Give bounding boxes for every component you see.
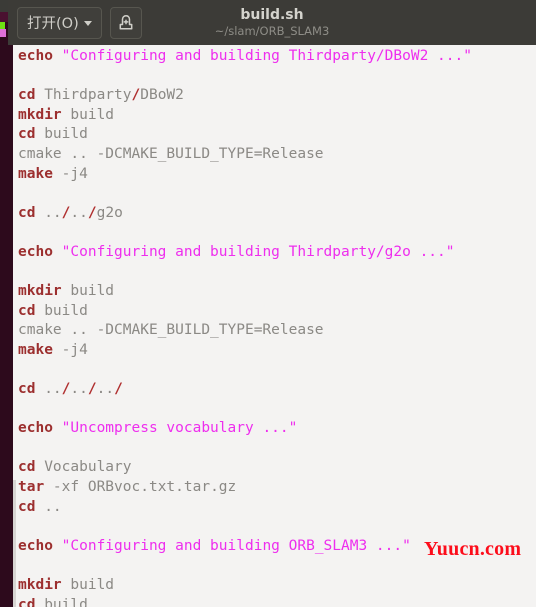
code-token-pl: build <box>61 106 115 123</box>
code-token-kw: echo <box>18 48 53 64</box>
code-token-kw: cd <box>18 381 36 398</box>
chevron-down-icon <box>83 21 92 26</box>
code-line: cd ../../g2o <box>18 204 472 224</box>
code-line: mkdir build <box>18 106 472 126</box>
code-token-sep: / <box>131 87 141 104</box>
code-token-pl: build <box>35 302 88 319</box>
watermark: Yuucn.com <box>424 538 522 560</box>
gedit-window: 打开(O) build.sh ~/slam/ORB_SLAM3 echo "Co… <box>0 0 536 607</box>
code-line: make -j4 <box>18 165 472 185</box>
open-button[interactable]: 打开(O) <box>17 6 102 39</box>
code-token-kw: make <box>18 341 53 358</box>
code-line: cd Thirdparty/DBoW2 <box>18 86 472 106</box>
code-token-kw: echo <box>18 537 53 554</box>
code-token-kw: cd <box>18 87 36 104</box>
code-token-pl: cmake .. -DCMAKE_BUILD_TYPE=Release <box>18 322 324 339</box>
code-token-kw: echo <box>18 420 53 437</box>
source-code-text[interactable]: echo "Configuring and building Thirdpart… <box>18 47 472 607</box>
code-token-pl: build <box>61 283 115 300</box>
background-terminal-edge <box>0 12 8 22</box>
code-token-str: "Configuring and building ORB_SLAM3 ..." <box>61 537 411 554</box>
code-token-pl: Thirdparty <box>35 87 132 104</box>
code-line: echo "Configuring and building Thirdpart… <box>18 47 472 67</box>
background-terminal-green-text <box>0 22 5 29</box>
code-line: cmake .. -DCMAKE_BUILD_TYPE=Release <box>18 145 472 165</box>
code-token-pl: .. <box>35 498 62 515</box>
code-token-pl: .. <box>35 204 62 221</box>
page-title: build.sh <box>240 7 304 23</box>
code-token-kw: cd <box>18 204 36 221</box>
code-token-pl: -j4 <box>52 341 88 358</box>
titlebar-left-controls: 打开(O) <box>8 6 142 39</box>
save-icon <box>119 14 133 29</box>
code-line: cd .. <box>18 498 472 518</box>
code-token-pl: build <box>61 577 115 594</box>
code-token-pl: .. <box>96 381 115 398</box>
code-line: mkdir build <box>18 576 472 596</box>
code-token-kw: mkdir <box>18 283 62 300</box>
code-token-sep: / <box>114 381 123 398</box>
open-button-label: 打开(O) <box>27 16 79 32</box>
code-line: echo "Configuring and building Thirdpart… <box>18 243 472 263</box>
code-line: cd build <box>18 125 472 145</box>
code-token-sep: / <box>87 381 97 398</box>
window-subtitle-path: ~/slam/ORB_SLAM3 <box>214 24 330 38</box>
code-token-kw: cd <box>18 596 36 607</box>
code-token-pl: Vocabulary <box>35 459 132 476</box>
code-line: cd build <box>18 596 472 607</box>
code-token-pl: -j4 <box>52 165 88 182</box>
code-token-pl: g2o <box>96 204 123 221</box>
code-token-kw: cd <box>18 459 36 476</box>
code-line: cmake .. -DCMAKE_BUILD_TYPE=Release <box>18 321 472 341</box>
code-token-kw: mkdir <box>18 577 62 594</box>
code-line: echo "Uncompress vocabulary ..." <box>18 419 472 439</box>
code-token-kw: make <box>18 165 53 182</box>
code-token-pl: build <box>35 596 88 607</box>
code-token-pl: .. <box>70 204 88 221</box>
code-line: echo "Configuring and building ORB_SLAM3… <box>18 537 472 557</box>
code-token-kw: echo <box>18 243 53 260</box>
save-button[interactable] <box>109 6 142 39</box>
code-token-pl: -xf ORBvoc.txt.tar.gz <box>44 479 237 496</box>
text-editor-area[interactable]: echo "Configuring and building Thirdpart… <box>8 45 536 607</box>
code-token-kw: mkdir <box>18 106 62 123</box>
code-token-pl: .. <box>70 381 88 398</box>
code-line: cd Vocabulary <box>18 458 472 478</box>
code-line: cd build <box>18 302 472 322</box>
editor-left-gutter-lower <box>8 480 13 607</box>
code-token-kw: cd <box>18 126 36 143</box>
code-token-str: "Uncompress vocabulary ..." <box>61 420 298 437</box>
code-line: mkdir build <box>18 282 472 302</box>
titlebar: 打开(O) build.sh ~/slam/ORB_SLAM3 <box>8 0 536 45</box>
background-window-titlebar-edge <box>0 0 8 12</box>
background-terminal-pink-text <box>0 29 6 37</box>
code-line: cd ../../../ <box>18 380 472 400</box>
code-token-pl: build <box>35 126 88 143</box>
code-token-kw: cd <box>18 498 36 515</box>
code-token-pl: DBoW2 <box>140 87 184 104</box>
code-token-str: "Configuring and building Thirdparty/DBo… <box>61 48 472 64</box>
code-line: tar -xf ORBvoc.txt.tar.gz <box>18 478 472 498</box>
code-token-sep: / <box>87 204 97 221</box>
code-token-str: "Configuring and building Thirdparty/g2o… <box>61 243 455 260</box>
code-token-kw: cd <box>18 302 36 319</box>
background-window-edge <box>0 0 8 607</box>
code-token-pl: .. <box>35 381 62 398</box>
code-line: make -j4 <box>18 341 472 361</box>
code-token-kw: tar <box>18 479 45 496</box>
code-token-pl: cmake .. -DCMAKE_BUILD_TYPE=Release <box>18 145 324 162</box>
